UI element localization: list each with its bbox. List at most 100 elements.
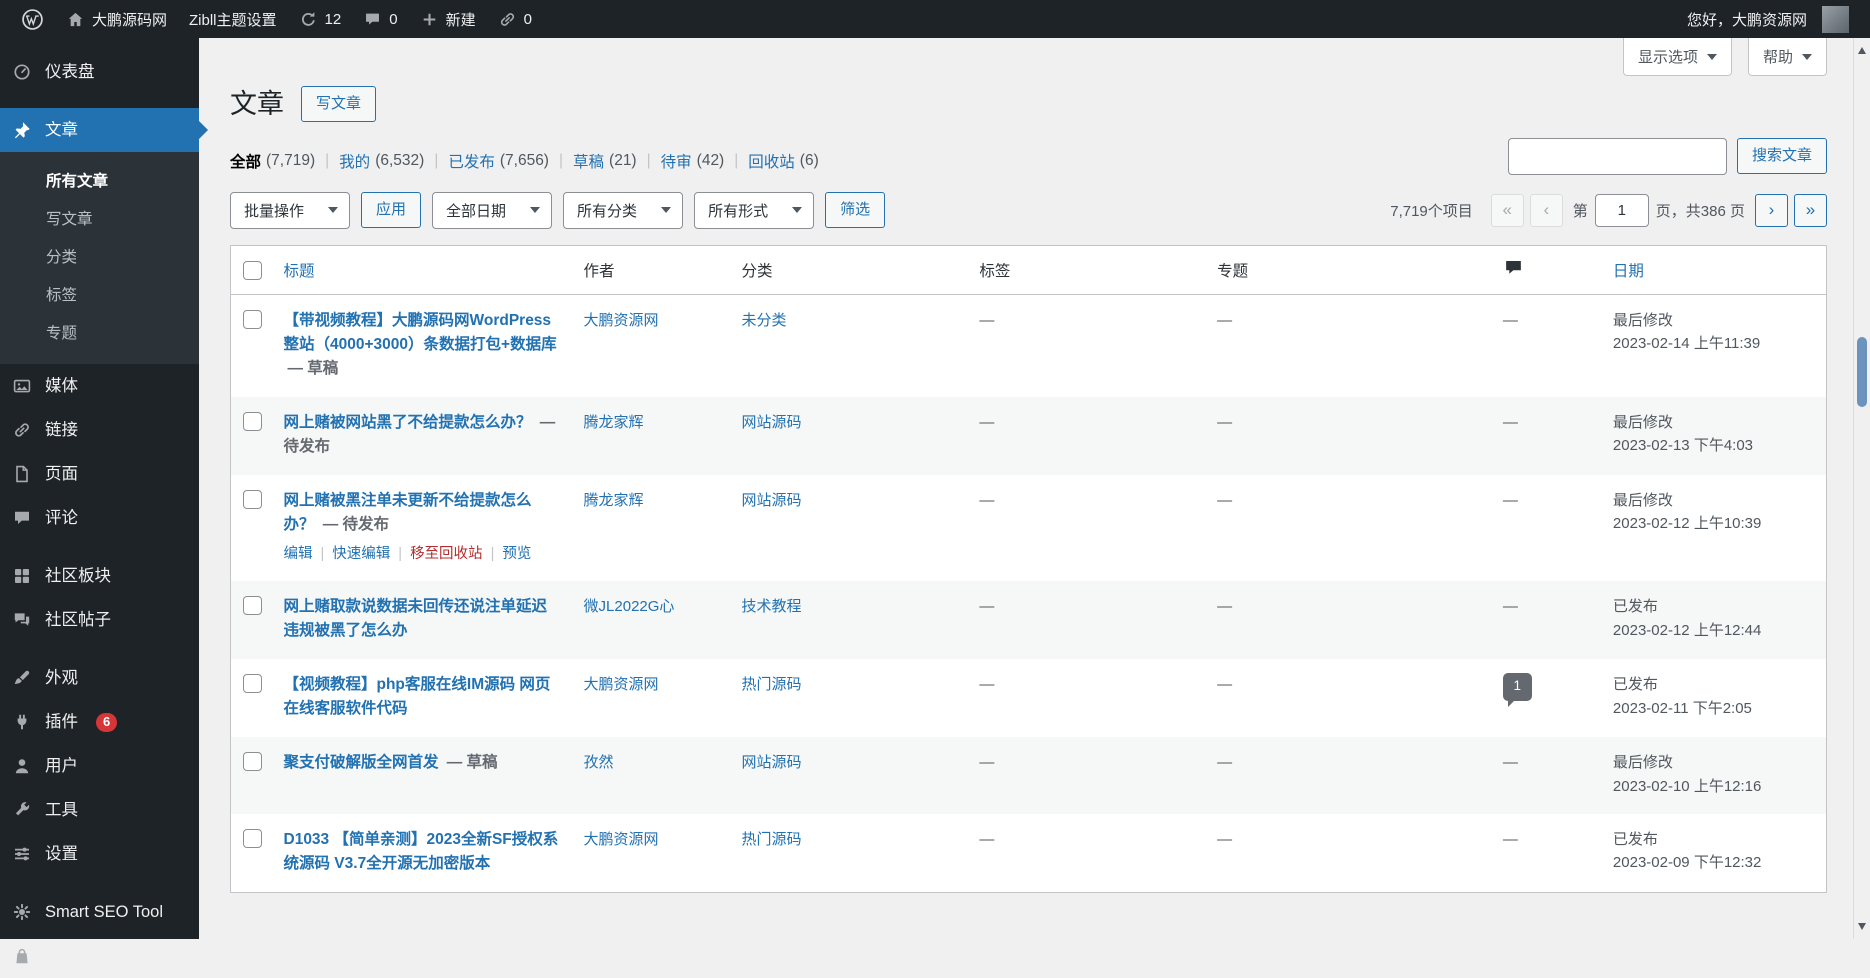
- row-select-checkbox[interactable]: [243, 310, 262, 329]
- row-select-checkbox[interactable]: [243, 596, 262, 615]
- links-count-link[interactable]: 0: [487, 0, 543, 38]
- view-published[interactable]: 已发布(7,656): [424, 150, 549, 172]
- comment-count-bubble[interactable]: 1: [1503, 673, 1532, 701]
- sidebar-item-posts[interactable]: 文章: [0, 108, 199, 152]
- wordpress-logo-menu[interactable]: [10, 0, 55, 38]
- dashboard-icon: [10, 60, 34, 84]
- row-select-checkbox[interactable]: [243, 412, 262, 431]
- row-action-edit[interactable]: 编辑: [284, 546, 313, 562]
- category-link[interactable]: 网站源码: [742, 414, 802, 431]
- row-action-trash[interactable]: 移至回收站: [390, 546, 482, 562]
- row-action-quick-edit[interactable]: 快速编辑: [313, 546, 391, 562]
- post-title-link[interactable]: 【带视频教程】大鹏源码网WordPress整站（4000+3000）条数据打包+…: [284, 312, 557, 353]
- apply-button[interactable]: 应用: [361, 192, 421, 228]
- page-prefix-label: 第: [1573, 200, 1588, 221]
- author-link[interactable]: 大鹏资源网: [584, 831, 659, 848]
- category-link[interactable]: 热门源码: [742, 676, 802, 693]
- post-state-label: — 草稿: [447, 754, 498, 771]
- next-page-button[interactable]: ›: [1755, 194, 1788, 227]
- author-link[interactable]: 大鹏资源网: [584, 676, 659, 693]
- filter-button[interactable]: 筛选: [825, 192, 885, 228]
- view-draft[interactable]: 草稿(21): [549, 150, 637, 172]
- sidebar-item-links[interactable]: 链接: [0, 408, 199, 452]
- submenu-categories[interactable]: 分类: [0, 237, 199, 275]
- scroll-down-arrow-icon[interactable]: [1858, 923, 1866, 934]
- category-link[interactable]: 网站源码: [742, 492, 802, 509]
- category-link[interactable]: 热门源码: [742, 831, 802, 848]
- sidebar-item-tools[interactable]: 工具: [0, 788, 199, 832]
- bulk-action-select[interactable]: 批量操作: [230, 192, 350, 229]
- sidebar-item-comments[interactable]: 评论: [0, 496, 199, 540]
- author-link[interactable]: 孜然: [584, 754, 614, 771]
- submenu-topics[interactable]: 专题: [0, 313, 199, 351]
- category-link[interactable]: 未分类: [742, 312, 787, 329]
- sidebar-item-community-posts[interactable]: 社区帖子: [0, 598, 199, 642]
- scrollbar-thumb[interactable]: [1857, 337, 1867, 407]
- category-link[interactable]: 网站源码: [742, 754, 802, 771]
- prev-page-button[interactable]: ‹: [1530, 194, 1563, 227]
- topic-value: —: [1217, 754, 1232, 771]
- view-mine[interactable]: 我的(6,532): [315, 150, 424, 172]
- sidebar-item-plugins[interactable]: 插件 6: [0, 700, 199, 744]
- account-menu[interactable]: 您好，大鹏资源网: [1676, 0, 1860, 38]
- post-title-link[interactable]: 【视频教程】php客服在线IM源码 网页在线客服软件代码: [284, 676, 551, 717]
- submenu-all-posts[interactable]: 所有文章: [0, 161, 199, 199]
- sidebar-item-pages[interactable]: 页面: [0, 452, 199, 496]
- author-link[interactable]: 大鹏资源网: [584, 312, 659, 329]
- submenu-add-new-post[interactable]: 写文章: [0, 199, 199, 237]
- screen-options-toggle[interactable]: 显示选项: [1623, 38, 1732, 76]
- author-link[interactable]: 腾龙家辉: [584, 414, 644, 431]
- row-select-checkbox[interactable]: [243, 752, 262, 771]
- post-title-link[interactable]: 网上赌取款说数据未回传还说注单延迟违规被黑了怎么办: [284, 598, 548, 639]
- category-filter-select[interactable]: 所有分类: [563, 192, 683, 229]
- search-input[interactable]: [1508, 138, 1727, 175]
- sidebar-item-zibll-shop[interactable]: Zibll商城: [0, 934, 199, 978]
- first-page-button[interactable]: «: [1491, 194, 1524, 227]
- sidebar-item-dashboard[interactable]: 仪表盘: [0, 50, 199, 94]
- scrollbar[interactable]: [1853, 38, 1870, 939]
- category-link[interactable]: 技术教程: [742, 598, 802, 615]
- post-title-link[interactable]: 网上赌被黑注单未更新不给提款怎么办？: [284, 492, 532, 533]
- view-all[interactable]: 全部(7,719): [230, 150, 315, 172]
- link-icon: [10, 418, 34, 442]
- site-name-link[interactable]: 大鹏源码网: [55, 0, 178, 38]
- post-title-link[interactable]: 聚支付破解版全网首发: [284, 754, 439, 771]
- sidebar-item-smart-seo-tool[interactable]: Smart SEO Tool: [0, 890, 199, 934]
- row-select-checkbox[interactable]: [243, 829, 262, 848]
- sidebar-item-appearance[interactable]: 外观: [0, 656, 199, 700]
- select-all-checkbox[interactable]: [243, 261, 262, 280]
- sidebar-item-media[interactable]: 媒体: [0, 364, 199, 408]
- help-toggle[interactable]: 帮助: [1748, 38, 1827, 76]
- admin-comments-link[interactable]: 0: [352, 0, 408, 38]
- row-select-checkbox[interactable]: [243, 490, 262, 509]
- scroll-up-arrow-icon[interactable]: [1858, 43, 1866, 54]
- column-header-title[interactable]: 标题: [272, 245, 572, 294]
- admin-sidebar: 仪表盘 文章 所有文章 写文章 分类 标签 专题 媒体 链接: [0, 38, 199, 939]
- current-page-input[interactable]: [1595, 194, 1649, 227]
- column-header-date[interactable]: 日期: [1601, 245, 1827, 294]
- view-pending[interactable]: 待审(42): [637, 150, 725, 172]
- view-trash[interactable]: 回收站(6): [724, 150, 819, 172]
- zibll-theme-settings-link[interactable]: Zibll主题设置: [178, 0, 288, 38]
- new-content-link[interactable]: 新建: [409, 0, 487, 38]
- sidebar-item-users[interactable]: 用户: [0, 744, 199, 788]
- add-new-post-button[interactable]: 写文章: [301, 86, 376, 122]
- format-filter-select[interactable]: 所有形式: [694, 192, 814, 229]
- submenu-tags[interactable]: 标签: [0, 275, 199, 313]
- author-link[interactable]: 腾龙家辉: [584, 492, 644, 509]
- date-value: 2023-02-12 上午10:39: [1613, 515, 1761, 532]
- last-page-button[interactable]: »: [1794, 194, 1827, 227]
- post-title-link[interactable]: D1033 【简单亲测】2023全新SF授权系统源码 V3.7全开源无加密版本: [284, 831, 559, 872]
- date-filter-select[interactable]: 全部日期: [432, 192, 552, 229]
- date-status-label: 最后修改: [1613, 414, 1673, 431]
- row-select-checkbox[interactable]: [243, 674, 262, 693]
- column-header-comments: [1491, 245, 1601, 294]
- post-state-label: — 待发布: [323, 516, 389, 533]
- sidebar-item-community-boards[interactable]: 社区板块: [0, 554, 199, 598]
- author-link[interactable]: 微JL2022G心: [584, 598, 675, 615]
- search-posts-button[interactable]: 搜索文章: [1737, 138, 1827, 174]
- post-title-link[interactable]: 网上赌被网站黑了不给提款怎么办？: [284, 414, 532, 431]
- sidebar-item-settings[interactable]: 设置: [0, 832, 199, 876]
- row-action-preview[interactable]: 预览: [483, 546, 532, 562]
- updates-link[interactable]: 12: [288, 0, 353, 38]
